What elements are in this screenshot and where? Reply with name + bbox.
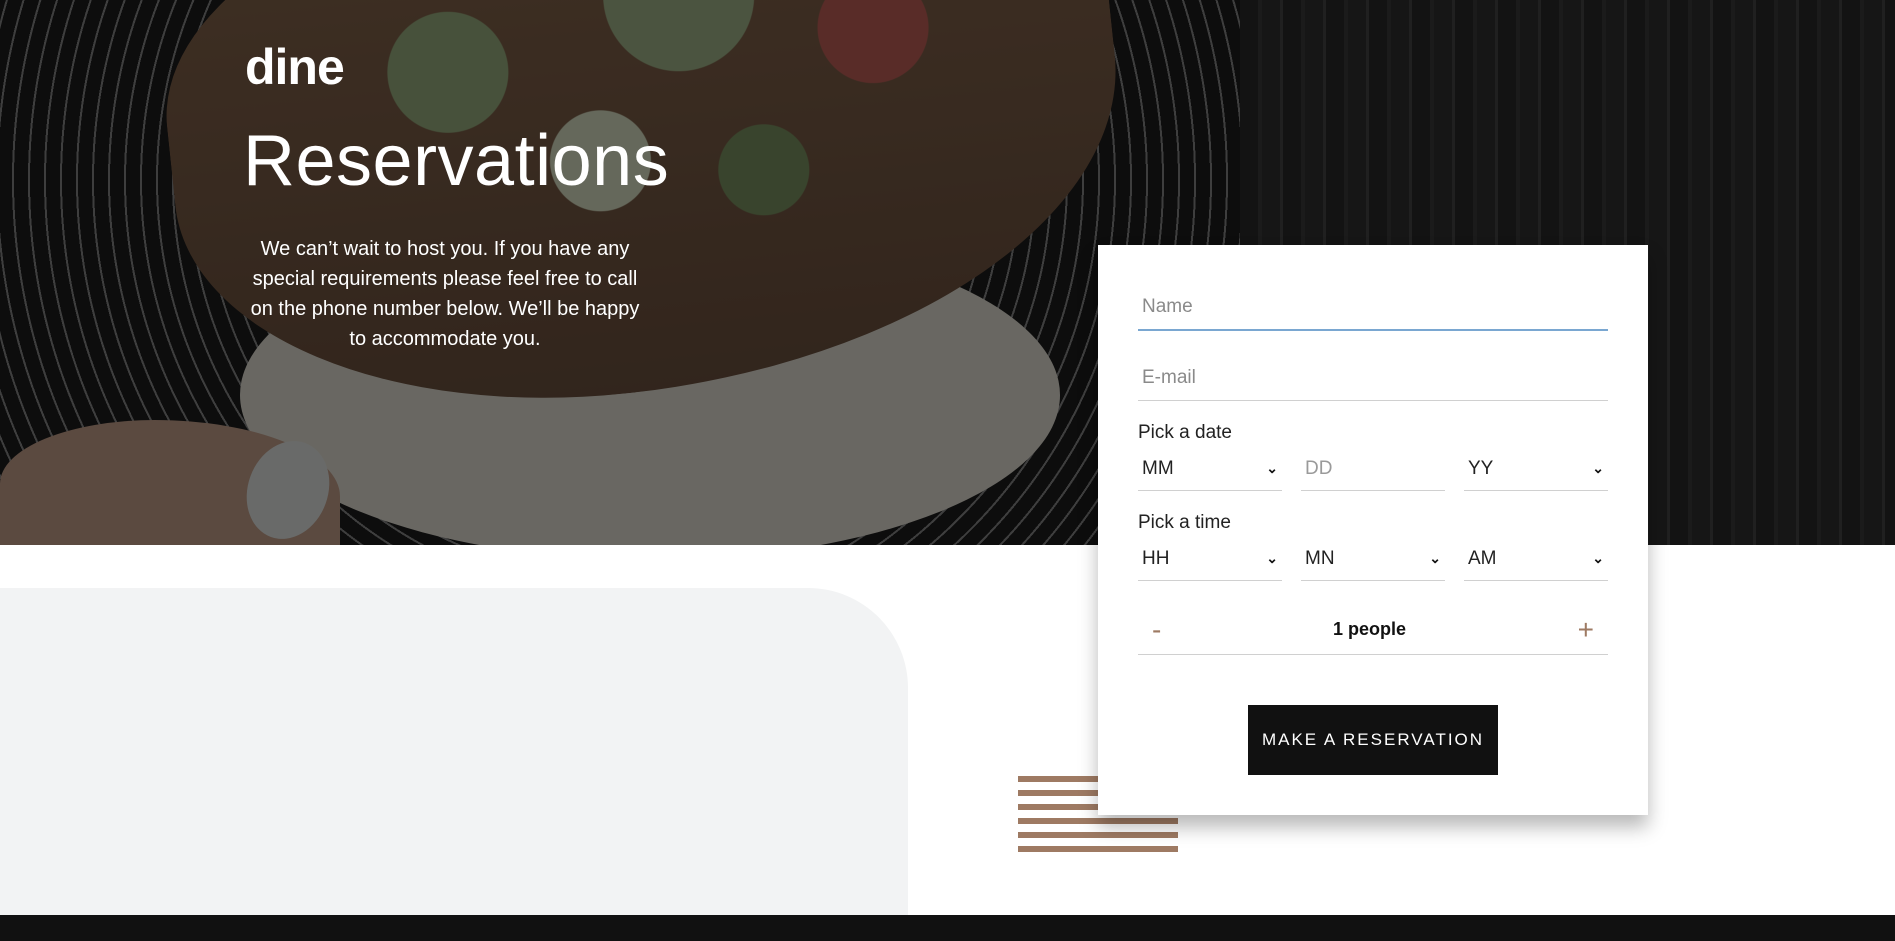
minute-value: MN	[1305, 547, 1335, 569]
chevron-down-icon: ⌄	[1429, 550, 1441, 566]
footer	[0, 915, 1895, 941]
date-label: Pick a date	[1138, 422, 1232, 443]
decrease-people-button[interactable]: -	[1138, 615, 1175, 644]
increase-people-button[interactable]: +	[1564, 615, 1608, 644]
time-label: Pick a time	[1138, 512, 1231, 533]
grey-background-panel	[0, 588, 908, 915]
day-placeholder: DD	[1305, 457, 1333, 479]
day-input[interactable]: DD	[1301, 447, 1445, 491]
month-select[interactable]: MM ⌄	[1138, 447, 1282, 491]
people-stepper: - 1 people +	[1138, 605, 1608, 655]
logo[interactable]: dine	[245, 38, 345, 96]
intro-text: We can’t wait to host you. If you have a…	[250, 238, 640, 350]
month-value: MM	[1142, 457, 1174, 479]
page-title: Reservations	[243, 121, 670, 201]
chevron-down-icon: ⌄	[1592, 460, 1604, 476]
make-reservation-button[interactable]: MAKE A RESERVATION	[1248, 705, 1498, 775]
year-value: YY	[1468, 457, 1494, 479]
minute-select[interactable]: MN ⌄	[1301, 537, 1445, 581]
reservation-form: Pick a date MM ⌄ DD YY ⌄ Pick a time HH …	[1098, 245, 1648, 815]
email-input[interactable]	[1138, 355, 1608, 401]
hour-select[interactable]: HH ⌄	[1138, 537, 1282, 581]
ampm-value: AM	[1468, 547, 1497, 569]
chevron-down-icon: ⌄	[1592, 550, 1604, 566]
year-select[interactable]: YY ⌄	[1464, 447, 1608, 491]
people-count: 1 people	[1332, 619, 1406, 639]
ampm-select[interactable]: AM ⌄	[1464, 537, 1608, 581]
hour-value: HH	[1142, 547, 1170, 569]
chevron-down-icon: ⌄	[1266, 460, 1278, 476]
chevron-down-icon: ⌄	[1266, 550, 1278, 566]
name-input[interactable]	[1138, 285, 1608, 331]
